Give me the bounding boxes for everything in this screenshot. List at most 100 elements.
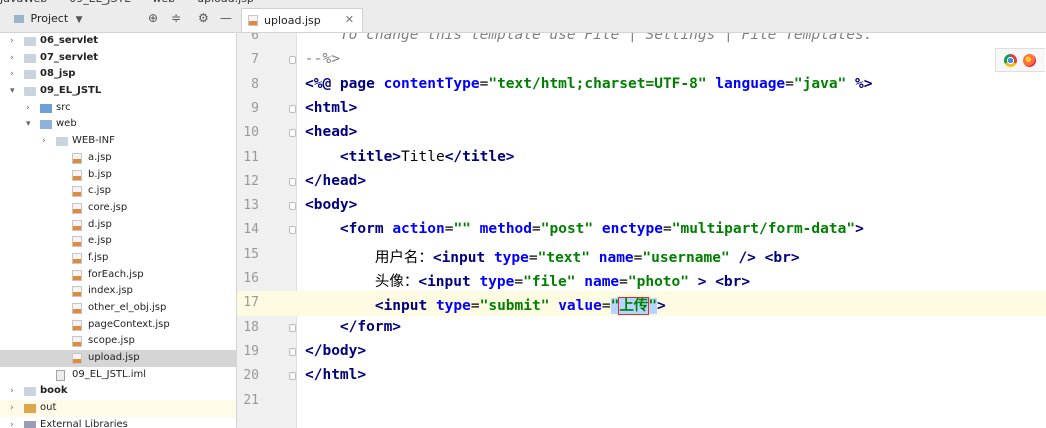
fold-marker-icon[interactable] (289, 347, 296, 356)
code-line[interactable]: 11 <title>Title</title> (237, 146, 1046, 170)
tree-item[interactable]: scope.jsp (0, 333, 236, 350)
tree-item[interactable]: › External Libraries (0, 417, 236, 428)
line-number: 21 (243, 392, 259, 408)
chevron-right-icon[interactable]: › (10, 66, 14, 83)
tree-item[interactable]: › 07_servlet (0, 50, 236, 67)
code-editor[interactable]: 6 To change this template use File | Set… (237, 33, 1046, 428)
chevron-right-icon[interactable]: › (10, 50, 14, 67)
tree-item[interactable]: › book (0, 383, 236, 400)
chevron-right-icon[interactable]: › (42, 133, 46, 150)
fold-marker-icon[interactable] (289, 104, 296, 113)
code-text: 头像：<input type="file" name="photo" > <br… (305, 270, 750, 291)
tree-item[interactable]: › 06_servlet (0, 33, 236, 50)
editor-tab-upload-jsp[interactable]: upload.jsp ✕ (241, 8, 363, 32)
code-token: value (558, 298, 602, 315)
code-line[interactable]: 13 <body> (237, 194, 1046, 218)
code-text: 用户名：<input type="text" name="username" /… (305, 246, 800, 267)
tree-item-label: web (56, 118, 77, 130)
project-icon (14, 15, 24, 23)
tree-item[interactable]: 09_EL_JSTL.iml (0, 367, 236, 384)
code-line[interactable]: 9 <html> (237, 97, 1046, 121)
fold-marker-icon[interactable] (289, 226, 296, 235)
collapse-all-icon[interactable]: ≑ (171, 11, 181, 25)
code-token: = (514, 274, 524, 290)
tree-item[interactable]: core.jsp (0, 200, 236, 217)
tree-item-label: 08_jsp (40, 68, 76, 80)
tree-item[interactable]: › src (0, 100, 236, 117)
project-tree[interactable]: › 06_servlet › 07_servlet › 08_jsp ▾ 09_EL_JSTL… (0, 33, 237, 428)
editor-tab-label: upload.jsp (264, 14, 321, 27)
fold-marker-icon[interactable] (289, 202, 296, 211)
code-text: <html> (305, 100, 357, 116)
code-line[interactable]: 16 头像：<input type="file" name="photo" > … (237, 267, 1046, 291)
fold-marker-icon[interactable] (289, 323, 296, 332)
code-token: method (479, 221, 533, 238)
code-token: = (785, 75, 794, 92)
chevron-right-icon[interactable]: › (10, 417, 14, 428)
breadcrumb-item[interactable]: JavaWeb (0, 0, 47, 5)
chrome-icon[interactable] (1004, 54, 1017, 67)
code-token: %> (846, 75, 873, 92)
tree-item[interactable]: forEach.jsp (0, 267, 236, 284)
gear-icon[interactable]: ⚙ (198, 11, 209, 25)
code-line[interactable]: 6 To change this template use File | Set… (237, 33, 1046, 48)
fold-marker-icon[interactable] (289, 129, 296, 138)
tree-item[interactable]: a.jsp (0, 150, 236, 167)
tree-item[interactable]: c.jsp (0, 183, 236, 200)
code-token: </html> (305, 367, 367, 384)
breadcrumb-item[interactable]: upload.jsp (197, 0, 254, 5)
breadcrumb-item[interactable]: 09_EL_JSTL (69, 0, 130, 5)
jsp-file-icon (72, 303, 82, 314)
code-line[interactable]: 19 </body> (237, 340, 1046, 364)
tree-item[interactable]: › 08_jsp (0, 66, 236, 83)
tree-item[interactable]: › out (0, 400, 236, 417)
tree-item[interactable]: ▾ 09_EL_JSTL (0, 83, 236, 100)
tree-item[interactable]: › WEB-INF (0, 133, 236, 150)
tree-item[interactable]: other_el_obj.jsp (0, 300, 236, 317)
code-token: /> (738, 249, 756, 266)
chevron-right-icon[interactable]: › (26, 100, 30, 117)
code-token: = (601, 298, 611, 315)
code-token: page (339, 75, 384, 92)
tree-item[interactable]: ▾ web (0, 116, 236, 133)
code-line[interactable]: 20 </html> (237, 364, 1046, 388)
firefox-icon[interactable] (1023, 54, 1036, 67)
hide-panel-icon[interactable]: — (220, 11, 232, 25)
chevron-down-icon[interactable]: ▾ (10, 83, 15, 100)
chevron-right-icon[interactable]: › (10, 400, 14, 417)
tree-item[interactable]: b.jsp (0, 167, 236, 184)
chevron-right-icon[interactable]: › (10, 33, 14, 50)
code-text: </html> (305, 367, 366, 383)
tree-item[interactable]: pageContext.jsp (0, 317, 236, 334)
code-token: "text" (537, 249, 590, 266)
locate-target-icon[interactable]: ⊕ (148, 11, 158, 25)
code-token: "" (453, 221, 471, 238)
code-line[interactable]: 21 (237, 389, 1046, 413)
jsp-file-icon (72, 202, 82, 214)
tree-item[interactable]: e.jsp (0, 233, 236, 250)
close-icon[interactable]: ✕ (345, 13, 354, 26)
code-line[interactable]: 7 --%> (237, 48, 1046, 72)
chevron-right-icon[interactable]: › (10, 383, 14, 400)
code-line[interactable]: 14 <form action="" method="post" enctype… (237, 218, 1046, 242)
code-line[interactable]: 10 <head> (237, 121, 1046, 145)
code-token: enctype (601, 221, 663, 238)
tree-item[interactable]: index.jsp (0, 283, 236, 300)
fold-marker-icon[interactable] (289, 177, 296, 186)
tree-item[interactable]: d.jsp (0, 217, 236, 234)
code-line[interactable]: 12 </head> (237, 170, 1046, 194)
breadcrumb-item[interactable]: web (152, 0, 175, 5)
code-line[interactable]: 17 <input type="submit" value="上传"> (237, 291, 1046, 316)
tree-item[interactable]: upload.jsp (0, 350, 236, 367)
code-line[interactable]: 18 </form> (237, 316, 1046, 340)
tree-item[interactable]: f.jsp (0, 250, 236, 267)
fold-marker-icon[interactable] (289, 56, 296, 65)
fold-marker-icon[interactable] (289, 372, 296, 381)
tree-item-label: out (40, 402, 57, 414)
project-view-selector[interactable]: Project ▼ (14, 12, 83, 25)
code-line[interactable]: 15 用户名：<input type="text" name="username… (237, 243, 1046, 267)
chevron-down-icon[interactable]: ▾ (26, 116, 31, 133)
jsp-file-icon (72, 152, 82, 164)
code-line[interactable]: 8 <%@ page contentType = "text/html;charset… (237, 73, 1046, 97)
